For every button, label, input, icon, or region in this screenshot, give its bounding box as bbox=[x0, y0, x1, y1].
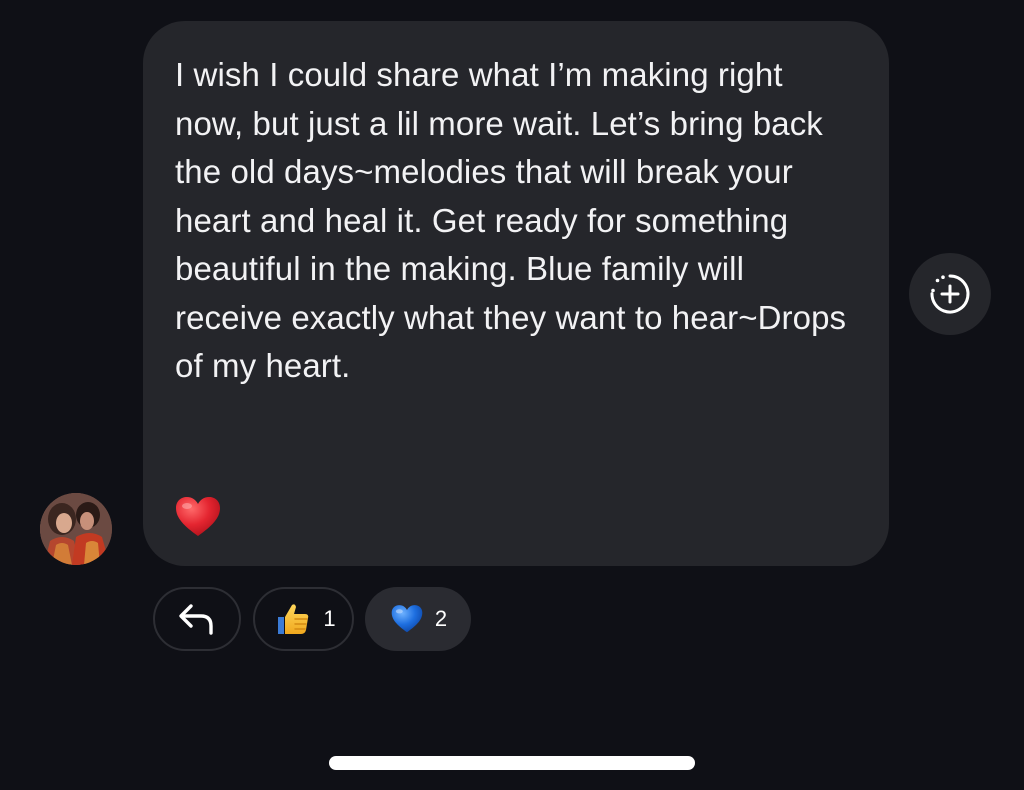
message-bubble[interactable]: I wish I could share what I’m making rig… bbox=[143, 21, 889, 566]
blue-heart-icon bbox=[391, 605, 423, 633]
blue-heart-count: 2 bbox=[434, 606, 448, 631]
sender-avatar[interactable] bbox=[40, 493, 112, 565]
thumbs-up-count: 1 bbox=[323, 606, 336, 631]
add-reaction-button[interactable] bbox=[909, 253, 991, 335]
add-reaction-icon bbox=[930, 274, 970, 314]
reply-button[interactable] bbox=[153, 587, 241, 651]
blue-heart-reaction[interactable]: 2 bbox=[365, 587, 471, 651]
home-indicator[interactable] bbox=[329, 756, 695, 770]
chat-screen: I wish I could share what I’m making rig… bbox=[0, 0, 1024, 790]
reply-arrow-icon bbox=[179, 604, 213, 635]
thumbs-up-reaction[interactable]: 1 bbox=[253, 587, 354, 651]
couple-photo-avatar bbox=[40, 493, 112, 565]
message-text: I wish I could share what I’m making rig… bbox=[175, 56, 847, 384]
red-heart-icon bbox=[176, 497, 220, 536]
thumbs-up-icon bbox=[278, 604, 309, 634]
